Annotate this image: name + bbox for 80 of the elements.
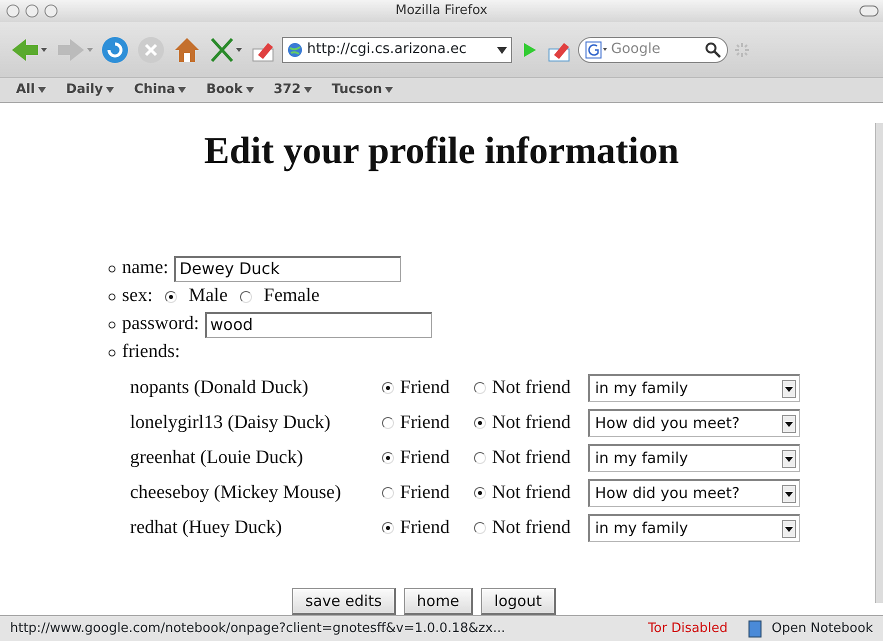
spinner-icon: [734, 42, 750, 58]
tor-status[interactable]: Tor Disabled: [648, 618, 728, 638]
bookmark-folder[interactable]: All: [16, 80, 46, 100]
radio-label: Friend: [400, 410, 450, 435]
friend-name: cheeseboy (Mickey Mouse): [130, 480, 342, 505]
radio-label: Friend: [400, 376, 450, 400]
field-label: friends:: [122, 340, 180, 364]
bullet-icon: [108, 264, 116, 273]
radio-button[interactable]: [474, 417, 486, 430]
how-met-dropdown[interactable]: in my family: [588, 514, 800, 542]
caret-icon: [38, 86, 46, 94]
toolbar-toggle-button[interactable]: [859, 5, 879, 17]
minimize-button[interactable]: [25, 4, 39, 18]
friend-name: redhat (Huey Duck): [130, 516, 283, 540]
bullet-icon: [108, 348, 116, 357]
url-field[interactable]: http://cgi.cs.arizona.ec: [282, 36, 512, 63]
bullet-icon: [108, 292, 116, 301]
name-field[interactable]: Dewey Duck: [174, 256, 402, 282]
caret-icon: [106, 86, 114, 94]
search-field[interactable]: Google: [578, 36, 728, 63]
bookmark-folder[interactable]: 372: [274, 80, 312, 100]
field-label: password:: [122, 312, 200, 336]
radio-label: Friend: [400, 446, 450, 470]
radio-label: Not friend: [492, 446, 571, 470]
field-label: name:: [122, 256, 168, 280]
form-button[interactable]: save edits: [292, 588, 396, 616]
radio-button[interactable]: [474, 522, 486, 534]
radio-button[interactable]: [382, 452, 394, 464]
radio-button[interactable]: [474, 487, 486, 500]
form-button[interactable]: logout: [481, 588, 556, 616]
search-placeholder: Google: [611, 40, 662, 60]
radio-label: Friend: [400, 516, 450, 540]
bullet-icon: [108, 320, 116, 329]
bookmark-folder[interactable]: China: [134, 80, 186, 100]
field-label: sex:: [122, 284, 153, 308]
bookmark-folder[interactable]: Tucson: [332, 80, 394, 100]
friend-name: nopants (Donald Duck): [130, 376, 310, 400]
notebook-link[interactable]: Open Notebook: [772, 618, 873, 638]
caret-icon: [178, 86, 186, 94]
notebook-icon[interactable]: [748, 620, 762, 638]
globe-icon: [287, 42, 303, 58]
caret-icon: [385, 86, 394, 94]
radio-button[interactable]: [382, 417, 394, 430]
how-met-dropdown[interactable]: How did you meet?: [588, 479, 800, 508]
caret-icon: [246, 86, 254, 94]
bookmark-folder[interactable]: Daily: [66, 80, 114, 100]
radio-button[interactable]: [164, 290, 177, 303]
zoom-button[interactable]: [44, 4, 58, 18]
caret-icon: [304, 86, 312, 94]
radio-button[interactable]: [474, 452, 486, 464]
radio-label: Not friend: [492, 480, 571, 505]
friend-name: lonelygirl13 (Daisy Duck): [130, 410, 332, 435]
search-engine-icon[interactable]: [585, 40, 607, 59]
how-met-dropdown[interactable]: How did you meet?: [588, 409, 800, 438]
password-field[interactable]: wood: [205, 312, 432, 338]
radio-label: Friend: [400, 480, 450, 505]
radio-label: Not friend: [492, 516, 571, 540]
radio-button[interactable]: [382, 382, 394, 394]
radio-label: Not friend: [492, 410, 571, 435]
scrollbar[interactable]: [875, 123, 883, 604]
bookmark-folder[interactable]: Book: [206, 80, 254, 100]
radio-button[interactable]: [382, 522, 394, 534]
how-met-dropdown[interactable]: in my family: [588, 444, 800, 472]
status-url: http://www.google.com/notebook/onpage?client=gnotesff&v=1.0.0.18&zx...: [10, 620, 506, 638]
how-met-dropdown[interactable]: in my family: [588, 374, 800, 402]
friend-name: greenhat (Louie Duck): [130, 446, 304, 470]
form-button[interactable]: home: [404, 588, 474, 616]
radio-label: Male: [188, 284, 228, 308]
radio-label: Not friend: [492, 376, 571, 400]
search-icon[interactable]: [705, 42, 721, 58]
radio-button[interactable]: [474, 382, 486, 394]
window-title: Mozilla Firefox: [396, 2, 488, 20]
radio-label: Female: [264, 284, 320, 308]
close-button[interactable]: [6, 4, 20, 18]
page-heading: Edit your profile information: [203, 129, 680, 174]
radio-button[interactable]: [382, 487, 394, 500]
radio-button[interactable]: [240, 290, 252, 303]
dropdown-icon[interactable]: [497, 44, 507, 55]
url-text: http://cgi.cs.arizona.ec: [307, 40, 468, 60]
reload-button[interactable]: [100, 34, 130, 65]
